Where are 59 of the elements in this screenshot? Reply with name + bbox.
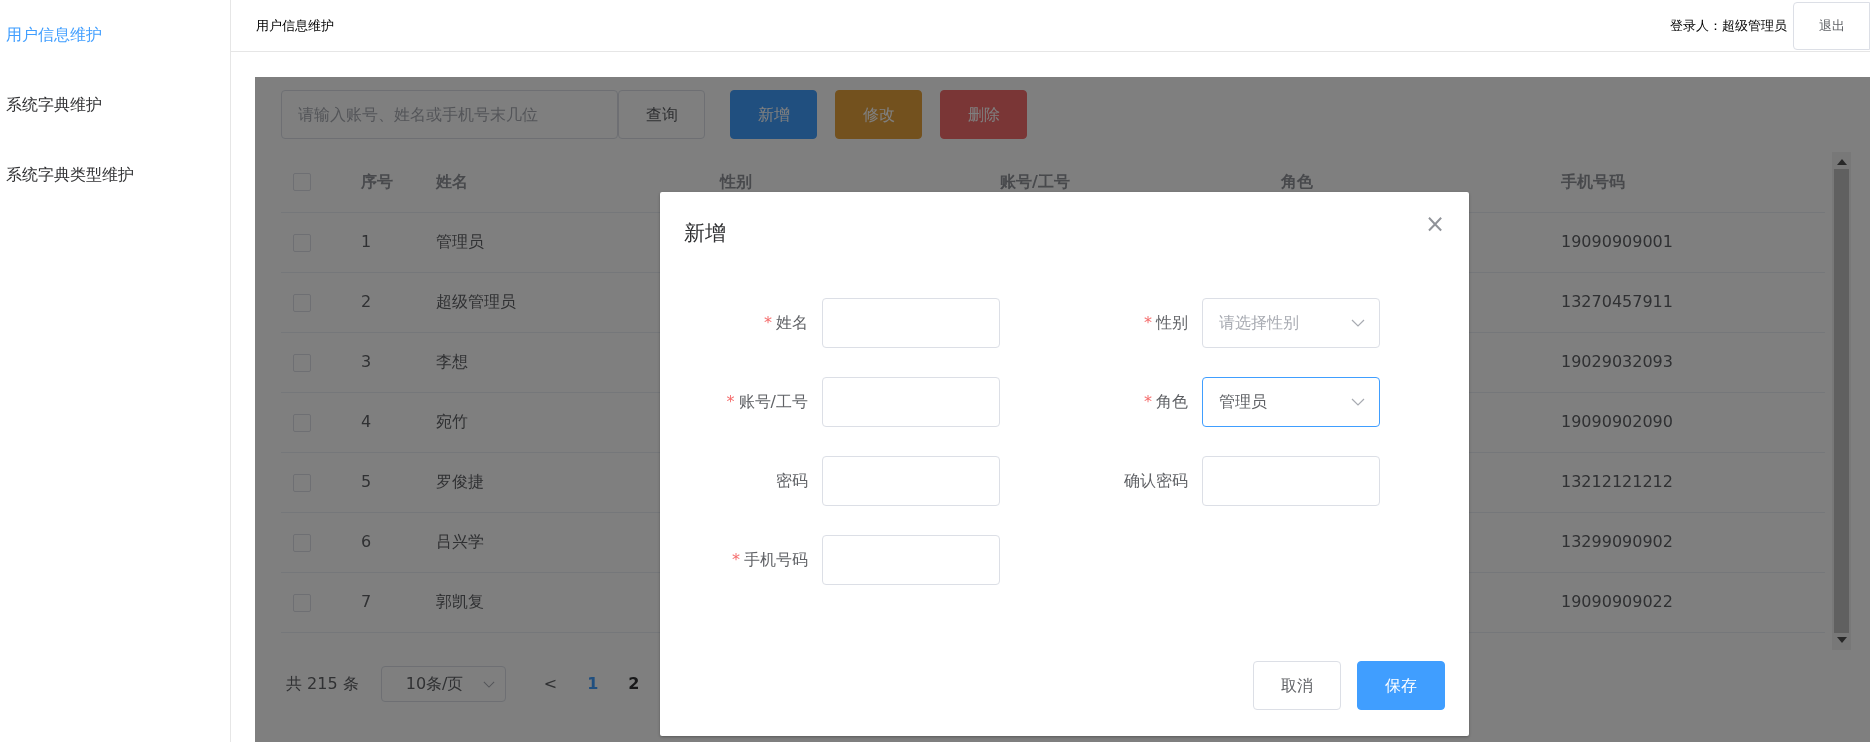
chevron-down-icon: [482, 680, 495, 688]
page-title: 用户信息维护: [256, 16, 334, 35]
page-number[interactable]: 1: [587, 672, 599, 696]
select-field[interactable]: 管理员: [1202, 377, 1380, 427]
input-field[interactable]: [822, 377, 1000, 427]
table-cell: 吕兴学: [436, 532, 484, 551]
sidebar-item[interactable]: 系统字典维护: [0, 90, 230, 160]
select-field[interactable]: 请选择性别: [1202, 298, 1380, 348]
sidebar-item[interactable]: 用户信息维护: [0, 20, 230, 90]
field-label: * 性别: [1143, 312, 1189, 334]
input-field[interactable]: [822, 456, 1000, 506]
scroll-up-icon[interactable]: [1836, 159, 1847, 165]
input-field[interactable]: [1202, 456, 1380, 506]
table-cell: 7: [361, 592, 372, 611]
table-cell: 19090902090: [1561, 412, 1673, 431]
delete-button[interactable]: 删除: [940, 90, 1027, 139]
table-cell: 3: [361, 352, 372, 371]
field-label: * 角色: [1143, 391, 1189, 413]
table-cell: 管理员: [436, 232, 484, 251]
table-cell: 19090909001: [1561, 232, 1673, 251]
table-cell: 罗俊捷: [436, 472, 484, 491]
edit-button[interactable]: 修改: [835, 90, 922, 139]
table-cell: 4: [361, 412, 372, 431]
dialog-title: 新增: [684, 220, 726, 247]
page-size-select[interactable]: 10条/页: [380, 666, 506, 702]
field-label: 确认密码: [1123, 470, 1189, 492]
chevron-down-icon: [1351, 319, 1365, 327]
cancel-button[interactable]: 取消: [1253, 661, 1341, 710]
table-cell: 19090909022: [1561, 592, 1673, 611]
table-cell: 2: [361, 292, 372, 311]
field-label: * 姓名: [763, 312, 809, 334]
table-cell: 宛竹: [436, 412, 468, 431]
input-field[interactable]: [822, 298, 1000, 348]
table-cell: 13270457911: [1561, 292, 1673, 311]
table-cell: 超级管理员: [436, 292, 516, 311]
logout-button[interactable]: 退出: [1793, 1, 1870, 50]
input-field[interactable]: [822, 535, 1000, 585]
field-label: * 账号/工号: [725, 391, 809, 413]
table-cell: 5: [361, 472, 372, 491]
field-label: * 手机号码: [731, 549, 809, 571]
scroll-down-icon[interactable]: [1836, 637, 1847, 643]
table-cell: 郭凯复: [436, 592, 484, 611]
field-label: 密码: [775, 470, 809, 492]
total-count: 共 215 条: [286, 673, 359, 695]
table-cell: 19029032093: [1561, 352, 1673, 371]
page-number[interactable]: 2: [628, 672, 640, 696]
save-button[interactable]: 保存: [1357, 661, 1445, 710]
login-user: 登录人：超级管理员: [1670, 16, 1787, 35]
sidebar-item[interactable]: 系统字典类型维护: [0, 160, 230, 230]
chevron-down-icon: [1351, 398, 1365, 406]
table-cell: 1: [361, 232, 372, 251]
table-cell: 13212121212: [1561, 472, 1673, 491]
query-button[interactable]: 查询: [618, 90, 705, 139]
previous-page-button[interactable]: <: [543, 672, 558, 696]
table-cell: 李想: [436, 352, 468, 371]
add-button[interactable]: 新增: [730, 90, 817, 139]
scrollbar[interactable]: [1832, 152, 1851, 650]
table-cell: 13299090902: [1561, 532, 1673, 551]
table-cell: 6: [361, 532, 372, 551]
